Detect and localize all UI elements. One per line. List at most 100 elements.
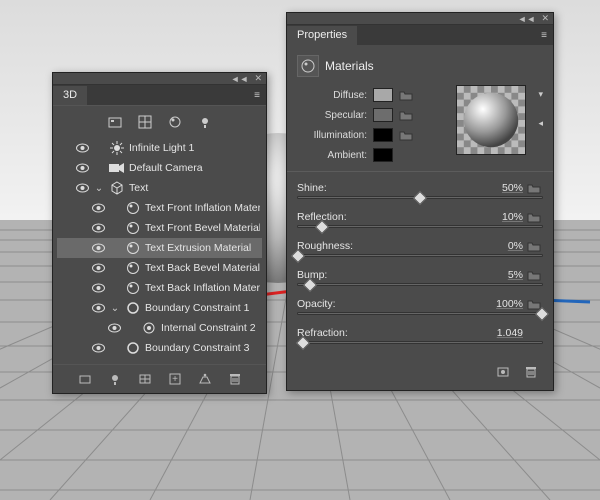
bump-value[interactable]: 5% xyxy=(467,269,527,281)
tree-row-light[interactable]: Infinite Light 1 xyxy=(57,138,262,158)
visibility-eye-icon[interactable] xyxy=(107,323,121,333)
slider-roughness: Roughness:0% xyxy=(297,240,543,257)
shine-texture-icon[interactable] xyxy=(527,182,541,194)
tree-label: Text Front Inflation Material xyxy=(145,202,260,214)
tree-row-ic2[interactable]: Internal Constraint 2 xyxy=(57,318,262,338)
bump-label: Bump: xyxy=(297,269,467,281)
specular-texture-icon[interactable] xyxy=(399,109,413,121)
refraction-label: Refraction: xyxy=(297,327,467,339)
panel-menu-icon[interactable]: ≡ xyxy=(535,30,553,41)
collapse-icon[interactable]: ◄◄ xyxy=(518,14,536,24)
layer-tree: Infinite Light 1 Default Camera ⌄ Text Text … xyxy=(53,136,266,364)
opacity-value[interactable]: 100% xyxy=(467,298,527,310)
material-section-icon xyxy=(297,55,319,77)
filter-lights-icon[interactable] xyxy=(197,114,213,130)
opacity-track[interactable] xyxy=(297,312,543,315)
camera-icon xyxy=(109,162,125,174)
ring-icon xyxy=(125,341,141,355)
roughness-value[interactable]: 0% xyxy=(467,240,527,252)
shine-track[interactable] xyxy=(297,196,543,199)
delete-icon[interactable] xyxy=(523,364,539,380)
tree-row-matBackBev[interactable]: Text Back Bevel Material xyxy=(57,258,262,278)
visibility-eye-icon[interactable] xyxy=(91,243,105,253)
tree-label: Text Back Bevel Material xyxy=(145,262,260,274)
panel-properties: ◄◄ ✕ Properties ≡ Materials Diffuse: Spe… xyxy=(286,12,554,391)
reflection-value[interactable]: 10% xyxy=(467,211,527,223)
visibility-eye-icon[interactable] xyxy=(91,343,105,353)
shine-value[interactable]: 50% xyxy=(467,182,527,194)
target-icon xyxy=(141,321,157,335)
tree-label: Boundary Constraint 1 xyxy=(145,302,260,314)
ambient-label: Ambient: xyxy=(297,150,367,161)
visibility-eye-icon[interactable] xyxy=(91,223,105,233)
delete-icon[interactable] xyxy=(227,371,243,387)
tree-row-bc1[interactable]: ⌄ Boundary Constraint 1 xyxy=(57,298,262,318)
opacity-label: Opacity: xyxy=(297,298,467,310)
slider-bump: Bump:5% xyxy=(297,269,543,286)
tree-row-matFrontBev[interactable]: Text Front Bevel Material xyxy=(57,218,262,238)
close-icon[interactable]: ✕ xyxy=(541,13,549,24)
visibility-eye-icon[interactable] xyxy=(75,183,89,193)
tree-label: Infinite Light 1 xyxy=(129,142,260,154)
visibility-eye-icon[interactable] xyxy=(91,283,105,293)
sliders-group: Shine:50% Reflection:10% Roughness:0% Bump:… xyxy=(297,182,543,344)
filter-mesh-icon[interactable] xyxy=(137,114,153,130)
render-settings-icon[interactable] xyxy=(495,364,511,380)
reflection-track[interactable] xyxy=(297,225,543,228)
twist-icon[interactable]: ⌄ xyxy=(109,303,121,314)
slider-reflection: Reflection:10% xyxy=(297,211,543,228)
add-to-scene-icon[interactable]: + xyxy=(167,371,183,387)
roughness-label: Roughness: xyxy=(297,240,467,252)
illumination-texture-icon[interactable] xyxy=(399,129,413,141)
diffuse-swatch[interactable] xyxy=(373,88,393,102)
tree-row-matBackInf[interactable]: Text Back Inflation Material xyxy=(57,278,262,298)
render-settings-icon[interactable] xyxy=(77,371,93,387)
tree-row-matExtr[interactable]: Text Extrusion Material xyxy=(57,238,262,258)
new-light-icon[interactable] xyxy=(107,371,123,387)
tree-row-bc3[interactable]: Boundary Constraint 3 xyxy=(57,338,262,358)
close-icon[interactable]: ✕ xyxy=(254,73,262,84)
diffuse-texture-icon[interactable] xyxy=(399,89,413,101)
panel-3d-footer: + xyxy=(53,364,266,393)
panel-3d: ◄◄ ✕ 3D ≡ Infinite Light 1 Default Camera… xyxy=(52,72,267,394)
material-prev-icon[interactable]: ◂ xyxy=(538,118,543,129)
tree-row-matFrontInf[interactable]: Text Front Inflation Material xyxy=(57,198,262,218)
roughness-track[interactable] xyxy=(297,254,543,257)
ambient-swatch[interactable] xyxy=(373,148,393,162)
filter-material-icon[interactable] xyxy=(167,114,183,130)
tree-row-camera[interactable]: Default Camera xyxy=(57,158,262,178)
slider-refraction: Refraction:1.049 xyxy=(297,327,543,344)
visibility-eye-icon[interactable] xyxy=(91,303,105,313)
specular-swatch[interactable] xyxy=(373,108,393,122)
tab-3d[interactable]: 3D xyxy=(53,86,87,105)
twist-icon[interactable]: ⌄ xyxy=(93,183,105,194)
new-camera-icon[interactable] xyxy=(137,371,153,387)
visibility-eye-icon[interactable] xyxy=(91,203,105,213)
bump-track[interactable] xyxy=(297,283,543,286)
refraction-track[interactable] xyxy=(297,341,543,344)
illumination-swatch[interactable] xyxy=(373,128,393,142)
ground-plane-icon[interactable] xyxy=(197,371,213,387)
roughness-texture-icon[interactable] xyxy=(527,240,541,252)
material-preview[interactable] xyxy=(456,85,526,155)
section-header: Materials xyxy=(297,51,543,85)
material-picker-icon[interactable]: ▾ xyxy=(538,89,543,100)
panel-menu-icon[interactable]: ≡ xyxy=(248,90,266,101)
visibility-eye-icon[interactable] xyxy=(75,143,89,153)
svg-text:+: + xyxy=(172,374,178,385)
shine-label: Shine: xyxy=(297,182,467,194)
mat-icon xyxy=(125,281,141,295)
mat-icon xyxy=(125,241,141,255)
filter-scene-icon[interactable] xyxy=(107,114,123,130)
tree-row-text[interactable]: ⌄ Text xyxy=(57,178,262,198)
mesh-icon xyxy=(109,181,125,195)
tab-properties[interactable]: Properties xyxy=(287,26,357,45)
bump-texture-icon[interactable] xyxy=(527,269,541,281)
reflection-texture-icon[interactable] xyxy=(527,211,541,223)
tree-label: Text xyxy=(129,182,260,194)
refraction-value[interactable]: 1.049 xyxy=(467,327,527,339)
visibility-eye-icon[interactable] xyxy=(75,163,89,173)
collapse-icon[interactable]: ◄◄ xyxy=(231,74,249,84)
mat-icon xyxy=(125,221,141,235)
visibility-eye-icon[interactable] xyxy=(91,263,105,273)
